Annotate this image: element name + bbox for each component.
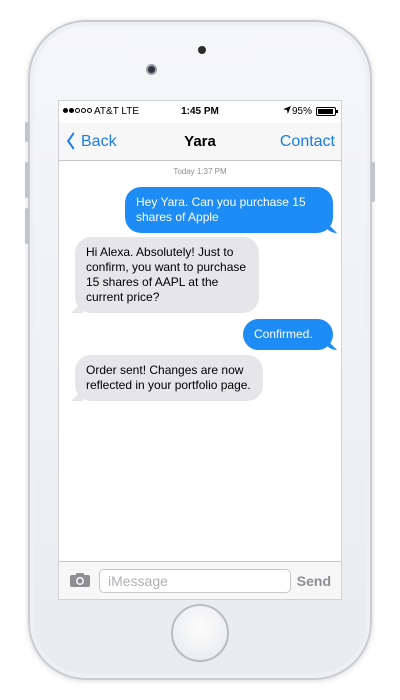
send-button[interactable]: Send [297,573,331,589]
mute-switch [25,122,29,142]
camera-icon[interactable] [69,572,91,588]
message-composer: Send [59,561,341,599]
navigation-bar: Back Yara Contact [59,123,341,161]
contact-button[interactable]: Contact [280,133,335,151]
home-button[interactable] [171,604,229,662]
status-bar: AT&T LTE 1:45 PM 95% [59,101,341,123]
earpiece-dot [198,46,206,54]
battery-icon [316,107,338,116]
location-arrow-icon [283,106,291,116]
imessage-input[interactable] [99,569,291,593]
message-bubble-received[interactable]: Order sent! Changes are now reflected in… [75,355,263,401]
message-bubble-sent[interactable]: Confirmed. [243,319,333,350]
volume-up-button [25,162,29,198]
message-bubble-received[interactable]: Hi Alexa. Absolutely! Just to confirm, y… [75,237,259,313]
thread-timestamp: Today 1:37 PM [173,167,227,176]
battery-percent: 95% [292,106,313,117]
messages-screen: AT&T LTE 1:45 PM 95% Back Yara Contact T… [58,100,342,600]
volume-down-button [25,208,29,244]
front-camera [146,64,157,75]
message-bubble-sent[interactable]: Hey Yara. Can you purchase 15 shares of … [125,187,333,233]
power-button [371,162,375,202]
